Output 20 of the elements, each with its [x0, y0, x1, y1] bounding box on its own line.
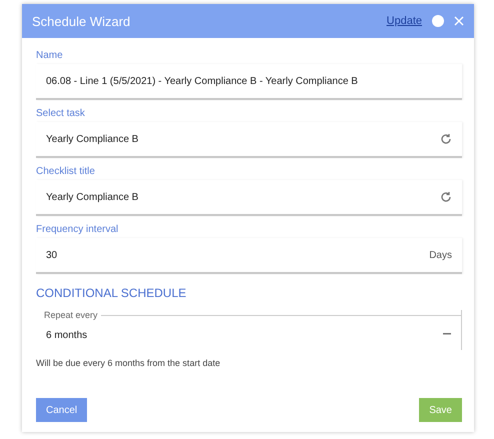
- window-title: Schedule Wizard: [32, 14, 132, 28]
- circle-icon[interactable]: [432, 15, 444, 27]
- close-icon[interactable]: [454, 16, 464, 26]
- input-field[interactable]: 06.08 - Line 1 (5/5/2021) - Yearly Compliance B - Yearly Compliance B: [36, 64, 462, 100]
- field-label: Name: [36, 50, 64, 61]
- input-field[interactable]: 30 Days: [36, 238, 462, 274]
- select-field[interactable]: Repeat every 6 months: [36, 310, 462, 350]
- dropdown-icon[interactable]: [443, 333, 451, 337]
- input-field[interactable]: Yearly Compliance B: [36, 180, 462, 216]
- update-link[interactable]: Update: [386, 15, 422, 27]
- unit-label: Days: [429, 250, 452, 260]
- select-label: Repeat every: [44, 310, 98, 320]
- refresh-icon[interactable]: [440, 133, 452, 145]
- hint-text: Will be due every 6 months from the start date: [36, 358, 222, 368]
- section-title: CONDITIONAL SCHEDULE: [36, 286, 188, 300]
- refresh-icon[interactable]: [440, 191, 452, 203]
- field-label: Frequency interval: [36, 224, 120, 235]
- field-label: Checklist title: [36, 166, 96, 177]
- field-label: Select task: [36, 108, 86, 119]
- input-field[interactable]: Yearly Compliance B: [36, 122, 462, 158]
